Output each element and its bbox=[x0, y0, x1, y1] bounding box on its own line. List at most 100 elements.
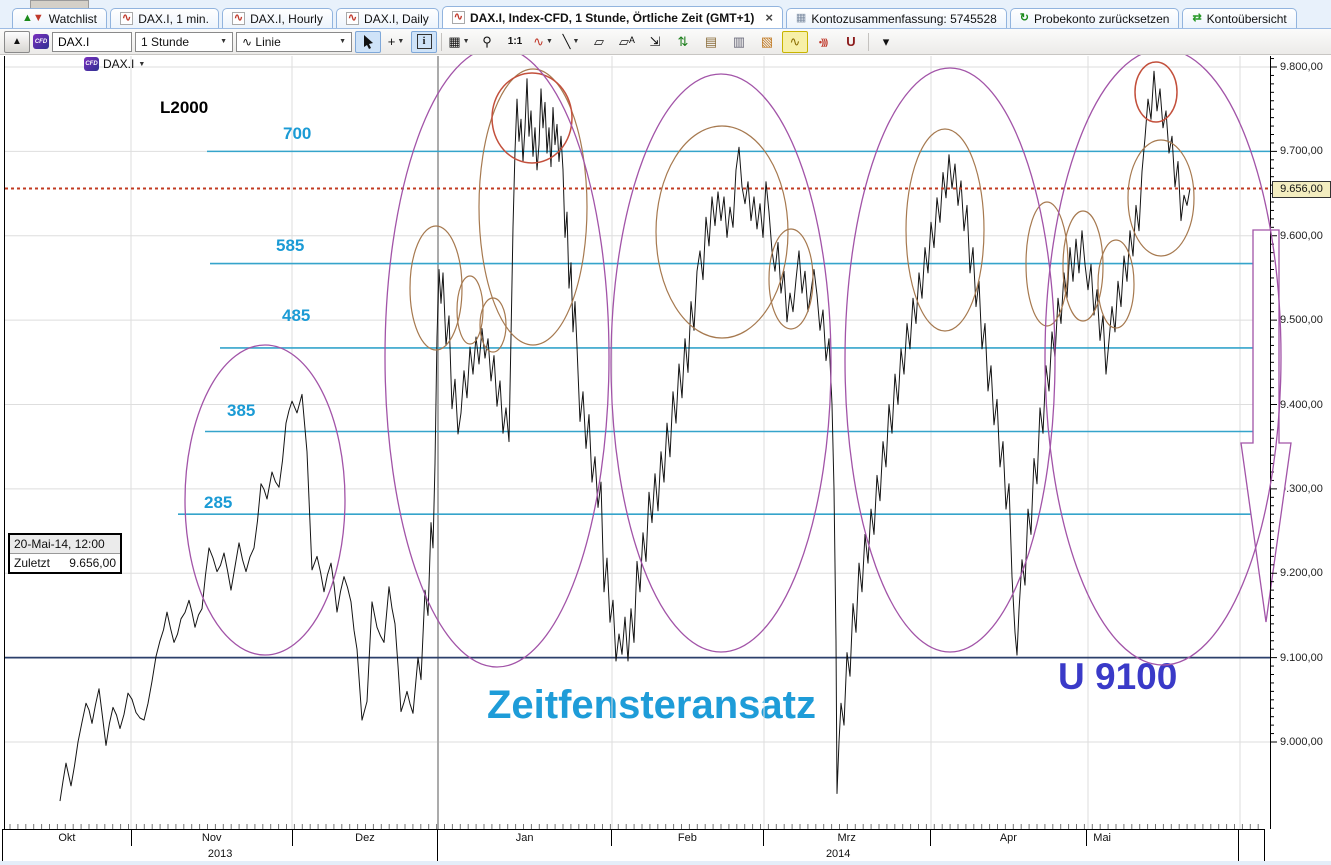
info-tool-button[interactable]: i bbox=[411, 31, 437, 53]
chevron-down-icon: ▼ bbox=[220, 38, 227, 45]
cursor-icon bbox=[362, 34, 375, 49]
tab-watchlist[interactable]: ▲▼ Watchlist bbox=[12, 8, 107, 28]
tab-dax-daily[interactable]: ∿DAX.I, Daily bbox=[336, 8, 439, 28]
chevron-down-icon: ▼ bbox=[397, 38, 404, 45]
linetype-select[interactable]: ∿ Linie ▼ bbox=[236, 32, 352, 52]
watchlist-icon: ▲▼ bbox=[22, 13, 44, 24]
tab-probekonto[interactable]: ↻Probekonto zurücksetzen bbox=[1010, 8, 1180, 28]
copy-image-icon: ▥ bbox=[733, 34, 745, 50]
x-axis-year-2014: 2014 bbox=[438, 846, 1239, 861]
tab-dax-hourly[interactable]: ∿ DAX.I, Hourly bbox=[222, 8, 333, 28]
x-axis-month-row: OktNovDezJanFebMrzAprMai bbox=[2, 829, 1265, 847]
magnet-mode-icon: U bbox=[846, 34, 855, 49]
tab-label: DAX.I, Index-CFD, 1 Stunde, Örtliche Zei… bbox=[470, 11, 754, 25]
chevron-down-icon: ▼ bbox=[546, 38, 553, 45]
level-label-585: 585 bbox=[276, 236, 304, 256]
level-label-285: 285 bbox=[204, 493, 232, 513]
copy-image-button[interactable]: ▥ bbox=[726, 31, 752, 53]
one-to-one-button[interactable]: 1:1 bbox=[502, 31, 528, 53]
symbol-input[interactable] bbox=[58, 35, 126, 49]
x-axis-month-dez: Dez bbox=[293, 830, 439, 846]
y-axis-label: 9.500,00 bbox=[1280, 314, 1323, 326]
crosshair-info-box: 20-Mai-14, 12:00 Zuletzt 9.656,00 bbox=[8, 533, 122, 574]
info-tool-icon: i bbox=[417, 34, 432, 49]
trading-app-window: ▲▼Watchlist∿DAX.I, 1 min.∿DAX.I, Hourly∿… bbox=[0, 0, 1331, 865]
save-image-icon: ▧ bbox=[761, 34, 773, 50]
symbol-field-wrap bbox=[52, 32, 132, 52]
last-price-axis-tag: 9.656,00 bbox=[1272, 181, 1331, 198]
chart-icon: ∿ bbox=[120, 12, 133, 25]
info-box-last-label: Zuletzt bbox=[14, 556, 50, 570]
delete-annotations-icon: ▱ᴬ bbox=[619, 34, 635, 50]
y-axis-label: 9.100,00 bbox=[1280, 652, 1323, 664]
wave-display-button[interactable]: ∿ bbox=[782, 31, 808, 53]
chart-icon: ∿ bbox=[232, 12, 245, 25]
magnet-mode-button[interactable]: U bbox=[838, 31, 864, 53]
trendline-tool-icon: ╲ bbox=[563, 34, 571, 50]
tab-label: DAX.I, 1 min. bbox=[138, 12, 209, 26]
chart-icon: ∿ bbox=[346, 12, 359, 25]
overview-icon: ⇄ bbox=[1192, 13, 1201, 24]
expand-tool-button[interactable]: ⇲ bbox=[642, 31, 668, 53]
y-axis-label: 9.300,00 bbox=[1280, 483, 1323, 495]
clipboard-chart-button[interactable]: ▤ bbox=[698, 31, 724, 53]
save-image-button[interactable]: ▧ bbox=[754, 31, 780, 53]
updown-arrows-button[interactable]: ⇅ bbox=[670, 31, 696, 53]
close-icon[interactable]: × bbox=[765, 10, 773, 25]
cfd-badge-icon: CFD bbox=[84, 57, 99, 71]
info-box-time: 20-Mai-14, 12:00 bbox=[10, 535, 120, 554]
eraser-tool-button[interactable]: ▱ bbox=[586, 31, 612, 53]
chart-toolbar: ▲ CFD 1 Stunde ▼ ∿ Linie ▼ +▼i▦▼⚲1:1∿▼╲▼… bbox=[0, 29, 1331, 55]
tab-kontouebersicht[interactable]: ⇄ Kontoübersicht bbox=[1182, 8, 1296, 28]
x-axis-month-mrz: Mrz bbox=[764, 830, 931, 846]
line-style-icon: ∿ bbox=[242, 35, 252, 49]
chart-icon: ∿ bbox=[452, 11, 465, 24]
eraser-tool-icon: ▱ bbox=[594, 34, 604, 50]
tab-dax-1min[interactable]: ∿ DAX.I, 1 min. bbox=[110, 8, 219, 28]
y-axis-label: 9.000,00 bbox=[1280, 736, 1323, 748]
x-axis-month-apr: Apr bbox=[931, 830, 1088, 846]
timeframe-select[interactable]: 1 Stunde ▼ bbox=[135, 32, 233, 52]
reset-icon: ↻ bbox=[1020, 13, 1029, 24]
wave-display-icon: ∿ bbox=[790, 34, 801, 50]
zoom-tool-icon: ⚲ bbox=[482, 34, 492, 50]
x-axis-month-feb: Feb bbox=[612, 830, 764, 846]
x-axis-month-jan: Jan bbox=[438, 830, 612, 846]
x-axis-year-2013: 2013 bbox=[3, 846, 438, 861]
tab-dax-cfd-1h[interactable]: ∿ DAX.I, Index-CFD, 1 Stunde, Örtliche Ze… bbox=[442, 6, 783, 28]
updown-arrows-icon: ⇅ bbox=[678, 34, 689, 50]
x-axis-month-okt: Okt bbox=[3, 830, 132, 846]
tab-label: Kontoübersicht bbox=[1207, 12, 1287, 26]
x-axis-month-mai: Mai bbox=[1087, 830, 1239, 846]
window-bottom-strip bbox=[0, 861, 1331, 865]
grid-toggle-button[interactable]: ▦▼ bbox=[446, 31, 472, 53]
y-axis-label: 9.200,00 bbox=[1280, 567, 1323, 579]
timeframe-value: 1 Stunde bbox=[141, 35, 189, 49]
chart-canvas[interactable] bbox=[0, 0, 1331, 865]
background-tab-stub[interactable] bbox=[30, 0, 89, 8]
zoom-tool-button[interactable]: ⚲ bbox=[474, 31, 500, 53]
linetype-value: Linie bbox=[255, 35, 280, 49]
tab-kontozusammenfassung[interactable]: ▦Kontozusammenfassung: 5745528 bbox=[786, 8, 1007, 28]
pointer-tool-button[interactable] bbox=[355, 31, 381, 53]
alert-sound-icon: •))) bbox=[819, 37, 827, 47]
expand-tool-icon: ⇲ bbox=[650, 34, 661, 50]
indicator-tool-button[interactable]: ∿▼ bbox=[530, 31, 556, 53]
toolbar-overflow-button[interactable]: ▾ bbox=[873, 31, 899, 53]
collapse-toolbar-button[interactable]: ▲ bbox=[4, 31, 30, 53]
summary-icon: ▦ bbox=[796, 13, 806, 24]
delete-annotations-button[interactable]: ▱ᴬ bbox=[614, 31, 640, 53]
tab-label: Watchlist bbox=[49, 12, 97, 26]
tab-bar: ▲▼Watchlist∿DAX.I, 1 min.∿DAX.I, Hourly∿… bbox=[0, 0, 1331, 29]
toolbar-separator bbox=[868, 33, 869, 51]
chart-symbol-chip[interactable]: CFD DAX.I ▼ bbox=[84, 57, 145, 71]
alert-sound-button[interactable]: •))) bbox=[810, 31, 836, 53]
trendline-tool-button[interactable]: ╲▼ bbox=[558, 31, 584, 53]
y-axis-label: 9.800,00 bbox=[1280, 61, 1323, 73]
toolbar-overflow-icon: ▾ bbox=[883, 34, 890, 50]
tab-label: DAX.I, Hourly bbox=[250, 12, 323, 26]
x-axis-month-nov: Nov bbox=[132, 830, 293, 846]
crosshair-tool-button[interactable]: +▼ bbox=[383, 31, 409, 53]
y-axis-label: 9.700,00 bbox=[1280, 145, 1323, 157]
one-to-one-icon: 1:1 bbox=[508, 36, 522, 47]
